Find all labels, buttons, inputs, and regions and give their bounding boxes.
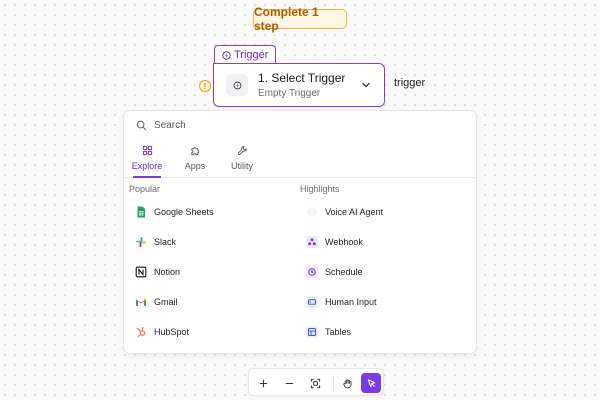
slack-icon <box>136 237 146 247</box>
zoom-in-icon <box>259 379 267 387</box>
canvas-toolbar <box>248 368 384 396</box>
search-input[interactable] <box>154 120 354 131</box>
trigger-node-subtitle: Empty Trigger <box>258 88 321 99</box>
list-item-label: HubSpot <box>154 327 190 337</box>
human-input-icon <box>306 296 318 308</box>
schedule-icon <box>306 266 318 278</box>
chevron-down-icon[interactable] <box>360 79 372 91</box>
complete-steps-badge[interactable]: Complete 1 step <box>253 5 347 33</box>
trigger-node-tab: Trigger <box>214 45 277 64</box>
notion-icon <box>135 266 147 278</box>
list-item-tables[interactable]: Tables <box>306 325 351 339</box>
puzzle-icon <box>190 147 199 156</box>
list-item-schedule[interactable]: Schedule <box>306 265 363 279</box>
zoom-out-button[interactable] <box>279 373 299 393</box>
warning-icon[interactable]: ! <box>199 80 211 92</box>
tab-apps-label: Apps <box>184 161 206 171</box>
trigger-side-label: trigger <box>394 77 426 89</box>
complete-steps-text: Complete 1 step <box>254 5 319 33</box>
list-item-google-sheets[interactable]: Google Sheets <box>135 205 214 219</box>
voice-ai-icon <box>307 207 317 217</box>
list-item-label: Google Sheets <box>154 207 214 217</box>
list-item-label: Notion <box>154 267 181 277</box>
popular-heading: Popular <box>129 184 161 194</box>
list-item-notion[interactable]: Notion <box>135 265 180 279</box>
list-item-label: Tables <box>325 327 352 337</box>
webhook-icon <box>306 236 318 248</box>
list-item-label: Human Input <box>325 297 377 307</box>
trigger-node-icon-box <box>226 74 248 96</box>
grid-icon <box>142 145 152 156</box>
trigger-node-title: 1. Select Trigger <box>258 71 346 85</box>
list-item-label: Slack <box>154 237 177 247</box>
fit-view-icon <box>310 378 320 388</box>
warning-glyph: ! <box>203 81 207 91</box>
wrench-icon <box>237 146 247 155</box>
list-item-webhook[interactable]: Webhook <box>306 235 363 249</box>
tables-icon <box>306 326 318 338</box>
select-trigger-node[interactable]: 1. Select Trigger Empty Trigger <box>213 63 385 107</box>
list-item-label: Voice AI Agent <box>325 207 384 217</box>
list-item-slack[interactable]: Slack <box>135 235 176 249</box>
list-item-human-input[interactable]: Human Input <box>306 295 377 309</box>
category-tabs: Explore Apps Utility <box>124 144 476 178</box>
tab-explore[interactable]: Explore <box>131 144 163 178</box>
fit-view-button[interactable] <box>305 373 325 393</box>
list-item-label: Schedule <box>325 267 363 277</box>
search-bar[interactable] <box>136 120 354 131</box>
search-icon <box>136 120 147 131</box>
trigger-bolt-icon <box>222 50 231 60</box>
list-item-hubspot[interactable]: HubSpot <box>135 325 189 339</box>
gmail-icon <box>136 298 146 306</box>
pan-tool-button[interactable] <box>337 373 357 393</box>
trigger-tab-label: Trigger <box>234 49 269 61</box>
select-tool-button[interactable] <box>361 373 381 393</box>
zoom-out-icon <box>285 382 293 384</box>
highlights-heading: Highlights <box>300 184 340 194</box>
list-item-voice-ai-agent[interactable]: Voice AI Agent <box>306 205 383 219</box>
trigger-bolt-icon <box>233 81 241 89</box>
list-item-label: Gmail <box>154 297 178 307</box>
hand-pan-icon <box>342 378 352 388</box>
tab-explore-label: Explore <box>131 161 163 171</box>
tab-apps[interactable]: Apps <box>184 144 206 177</box>
tab-utility-label: Utility <box>231 161 253 171</box>
list-item-label: Webhook <box>325 237 363 247</box>
list-item-gmail[interactable]: Gmail <box>135 295 178 309</box>
zoom-in-button[interactable] <box>253 373 273 393</box>
toolbar-divider <box>333 376 334 390</box>
trigger-picker-panel: Explore Apps Utility Popular Highlights … <box>123 110 477 354</box>
hubspot-icon <box>136 327 146 338</box>
google-sheets-icon <box>137 206 145 218</box>
tab-utility[interactable]: Utility <box>230 144 254 177</box>
select-pointer-icon <box>367 378 375 387</box>
